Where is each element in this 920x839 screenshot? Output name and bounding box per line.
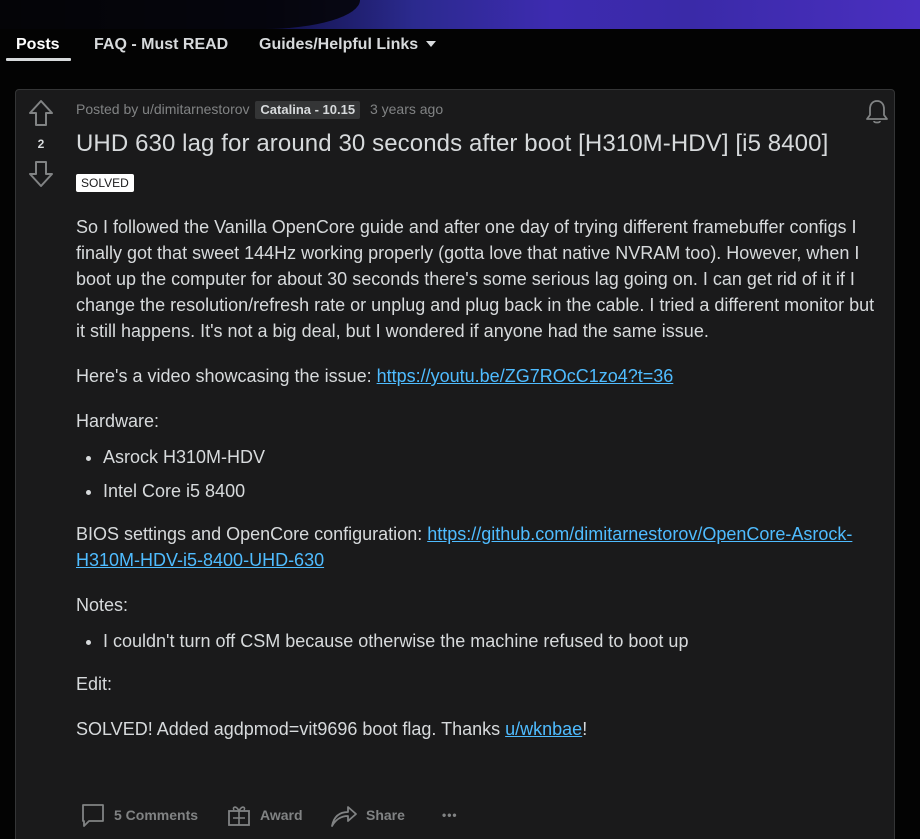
post-time[interactable]: 3 years ago (370, 101, 443, 117)
list-item: Asrock H310M-HDV (103, 444, 881, 470)
hardware-heading: Hardware: (76, 411, 160, 431)
posted-by[interactable]: Posted by u/dimitarnestorov (76, 101, 250, 117)
solved-text: SOLVED! Added agdpmod=vit9696 boot flag.… (76, 719, 506, 739)
share-icon (331, 806, 357, 827)
share-button[interactable]: Share (330, 800, 405, 830)
version-flair: Catalina - 10.15 (255, 101, 361, 119)
tab-guides[interactable]: Guides/Helpful Links (259, 36, 437, 54)
award-label: Award (260, 807, 303, 823)
active-tab-indicator (6, 58, 71, 61)
tab-faq[interactable]: FAQ - Must READ (94, 36, 228, 54)
user-link[interactable]: u/wknbae (505, 719, 582, 739)
vote-score: 2 (37, 137, 45, 151)
solved-paragraph: SOLVED! Added agdpmod=vit9696 boot flag.… (76, 716, 881, 742)
body-paragraph: So I followed the Vanilla OpenCore guide… (76, 217, 875, 341)
award-button[interactable]: Award (226, 800, 303, 830)
bios-paragraph: BIOS settings and OpenCore configuration… (76, 521, 881, 573)
comment-icon (82, 804, 104, 827)
video-paragraph: Here's a video showcasing the issue: htt… (76, 363, 881, 389)
video-text: Here's a video showcasing the issue: (76, 366, 377, 386)
post-title[interactable]: UHD 630 lag for around 30 seconds after … (76, 130, 828, 158)
comments-button[interactable]: 5 Comments (80, 800, 198, 830)
upvote-icon[interactable] (28, 99, 54, 127)
subreddit-banner (0, 0, 920, 29)
hardware-list: Asrock H310M-HDV Intel Core i5 8400 (103, 444, 881, 504)
award-icon (228, 806, 250, 826)
post-card: 2 Posted by u/dimitarnestorov Catalina -… (15, 89, 895, 839)
chevron-down-icon (426, 41, 437, 48)
subreddit-nav: Posts FAQ - Must READ Guides/Helpful Lin… (0, 29, 920, 65)
downvote-icon[interactable] (28, 160, 54, 188)
notes-list: I couldn't turn off CSM because otherwis… (103, 628, 881, 654)
notes-heading: Notes: (76, 595, 129, 615)
share-label: Share (366, 807, 405, 823)
bios-text: BIOS settings and OpenCore configuration… (76, 524, 428, 544)
video-link[interactable]: https://youtu.be/ZG7ROcC1zo4?t=36 (377, 366, 674, 386)
tab-posts[interactable]: Posts (16, 36, 60, 54)
list-item: I couldn't turn off CSM because otherwis… (103, 628, 881, 654)
tab-guides-label: Guides/Helpful Links (259, 36, 419, 53)
bell-icon[interactable] (864, 99, 890, 125)
more-icon[interactable]: ••• (442, 800, 458, 830)
list-item: Intel Core i5 8400 (103, 478, 881, 504)
solved-end: ! (582, 719, 588, 739)
post-meta: Posted by u/dimitarnestorov Catalina - 1… (76, 101, 443, 119)
post-body: So I followed the Vanilla OpenCore guide… (76, 214, 881, 761)
comments-label: 5 Comments (114, 807, 199, 823)
edit-heading: Edit: (76, 674, 113, 694)
solved-flair[interactable]: SOLVED (76, 174, 134, 192)
